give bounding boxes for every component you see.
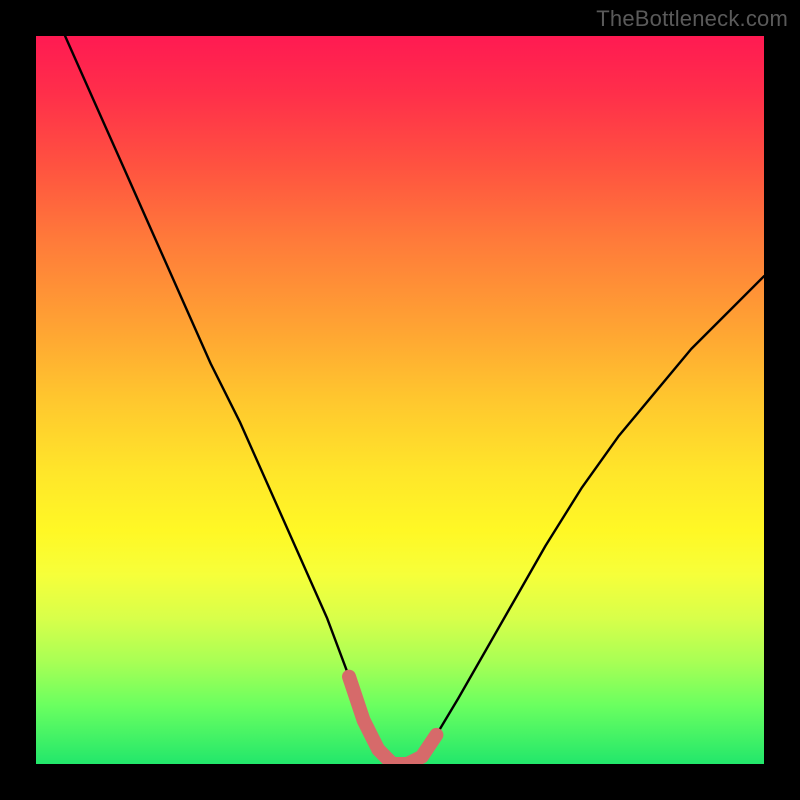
bottleneck-curve: [65, 36, 764, 764]
watermark-text: TheBottleneck.com: [596, 6, 788, 32]
plot-area: [36, 36, 764, 764]
chart-frame: TheBottleneck.com: [0, 0, 800, 800]
curve-svg: [36, 36, 764, 764]
optimal-range-highlight: [349, 677, 436, 764]
